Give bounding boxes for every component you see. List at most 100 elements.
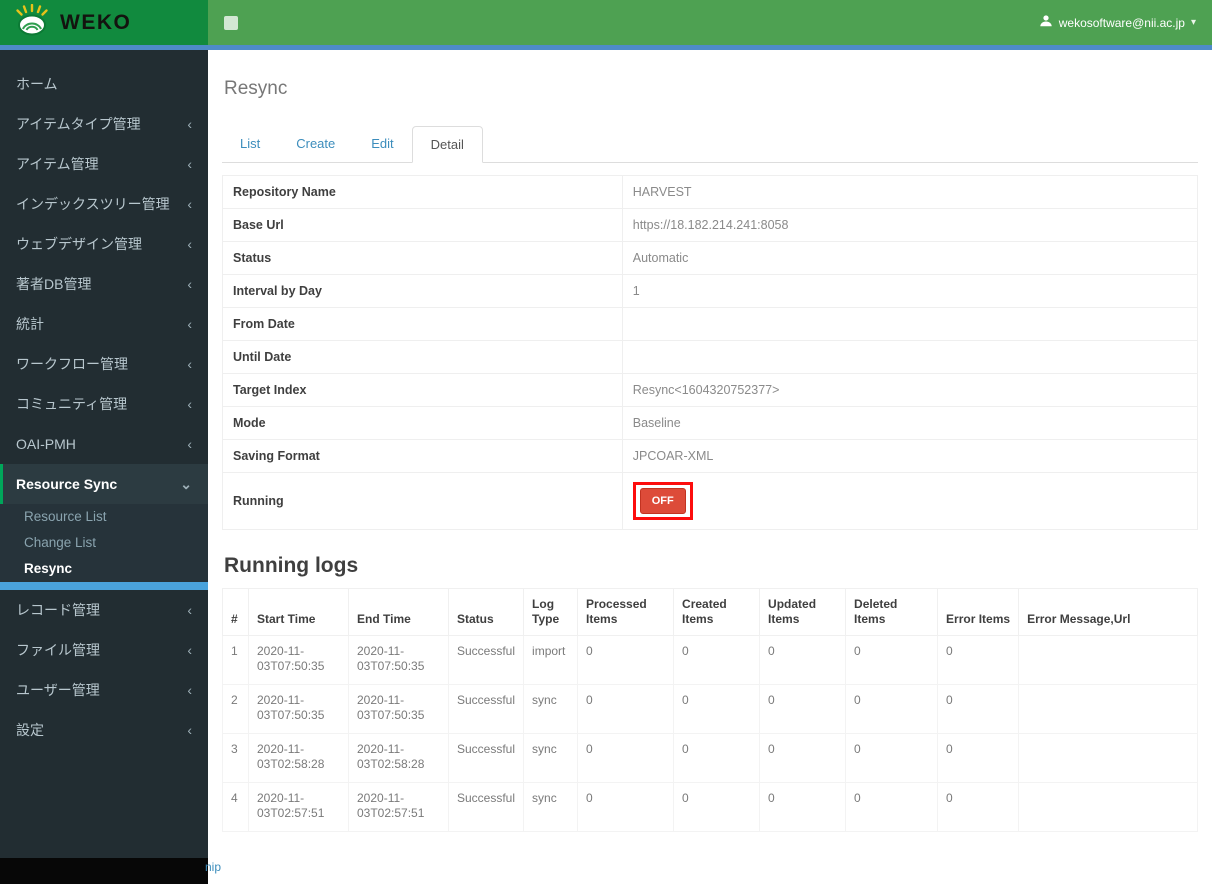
chevron-down-icon: ⌄ bbox=[180, 476, 192, 492]
tab-bar: List Create Edit Detail bbox=[222, 126, 1198, 163]
chevron-left-icon: ‹ bbox=[187, 396, 192, 412]
detail-label: Target Index bbox=[222, 373, 623, 407]
log-cell: 2020-11-03T02:58:28 bbox=[348, 733, 449, 783]
chevron-left-icon: ‹ bbox=[187, 116, 192, 132]
log-cell bbox=[1018, 684, 1198, 734]
chevron-left-icon: ‹ bbox=[187, 276, 192, 292]
sidebar-item-file[interactable]: ファイル管理 ‹ bbox=[0, 630, 208, 670]
detail-value: HARVEST bbox=[621, 175, 1199, 209]
sidebar-item-label: Resource Sync bbox=[16, 476, 118, 492]
detail-label: Interval by Day bbox=[222, 274, 623, 308]
col-header-end-time: End Time bbox=[348, 588, 449, 636]
chevron-left-icon: ‹ bbox=[187, 196, 192, 212]
sidebar-item-resync[interactable]: Resync bbox=[0, 556, 208, 582]
sidebar-item-label: 著者DB管理 bbox=[16, 276, 92, 292]
col-header-status: Status bbox=[447, 588, 525, 636]
chevron-left-icon: ‹ bbox=[187, 602, 192, 618]
detail-row-running: Running OFF bbox=[222, 472, 1199, 530]
partial-footer-link[interactable]: nip bbox=[205, 860, 221, 874]
log-cell: 2020-11-03T02:58:28 bbox=[248, 733, 349, 783]
log-cell bbox=[1018, 782, 1198, 832]
col-header-error-message: Error Message,Url bbox=[1018, 588, 1198, 636]
sidebar-item-label: インデックスツリー管理 bbox=[16, 196, 170, 212]
user-account-menu[interactable]: wekosoftware@nii.ac.jp ▾ bbox=[1039, 14, 1196, 31]
tab-detail[interactable]: Detail bbox=[411, 126, 483, 163]
sidebar-item-label: コミュニティ管理 bbox=[16, 396, 128, 412]
chevron-left-icon: ‹ bbox=[187, 156, 192, 172]
sidebar-item-indextree[interactable]: インデックスツリー管理 ‹ bbox=[0, 184, 208, 224]
log-cell: 0 bbox=[937, 733, 1020, 783]
sidebar-item-statistics[interactable]: 統計 ‹ bbox=[0, 304, 208, 344]
log-cell: 0 bbox=[577, 635, 675, 685]
sidebar: ホーム アイテムタイプ管理 ‹ アイテム管理 ‹ インデックスツリー管理 ‹ ウ… bbox=[0, 50, 208, 884]
sidebar-toggle-button[interactable] bbox=[224, 15, 238, 30]
log-cell bbox=[1018, 733, 1198, 783]
header: wekosoftware@nii.ac.jp ▾ bbox=[208, 0, 1212, 45]
running-off-button[interactable]: OFF bbox=[639, 488, 686, 514]
brand-logo[interactable]: WEKO bbox=[0, 0, 208, 45]
sidebar-item-label: ウェブデザイン管理 bbox=[16, 236, 142, 252]
app-window: WEKO wekosoftware@nii.ac.jp ▾ ホーム アイテムタイ… bbox=[0, 0, 1212, 884]
sidebar-item-item[interactable]: アイテム管理 ‹ bbox=[0, 144, 208, 184]
sidebar-item-settings[interactable]: 設定 ‹ bbox=[0, 710, 208, 750]
log-cell: Successful bbox=[447, 733, 525, 783]
chevron-left-icon: ‹ bbox=[187, 436, 192, 452]
log-cell: 0 bbox=[577, 684, 675, 734]
sidebar-item-user[interactable]: ユーザー管理 ‹ bbox=[0, 670, 208, 710]
tab-list[interactable]: List bbox=[222, 126, 278, 163]
log-cell: 2020-11-03T07:50:35 bbox=[248, 635, 349, 685]
detail-value: Automatic bbox=[621, 241, 1199, 275]
sidebar-item-label: 統計 bbox=[16, 316, 44, 332]
sidebar-item-community[interactable]: コミュニティ管理 ‹ bbox=[0, 384, 208, 424]
log-cell: 0 bbox=[937, 635, 1020, 685]
running-logs-table: # Start Time End Time Status Log Type Pr… bbox=[222, 588, 1198, 832]
log-cell: 0 bbox=[759, 635, 847, 685]
detail-row-interval: Interval by Day 1 bbox=[222, 274, 1199, 308]
sidebar-item-resourcesync[interactable]: Resource Sync ⌄ bbox=[0, 464, 208, 504]
detail-label: From Date bbox=[222, 307, 623, 341]
user-email: wekosoftware@nii.ac.jp bbox=[1058, 15, 1185, 30]
resync-detail-table: Repository Name HARVEST Base Url https:/… bbox=[222, 175, 1199, 530]
sidebar-item-workflow[interactable]: ワークフロー管理 ‹ bbox=[0, 344, 208, 384]
sidebar-item-webdesign[interactable]: ウェブデザイン管理 ‹ bbox=[0, 224, 208, 264]
detail-label: Repository Name bbox=[222, 175, 623, 209]
detail-row-repository-name: Repository Name HARVEST bbox=[222, 175, 1199, 209]
tab-edit[interactable]: Edit bbox=[353, 126, 411, 163]
log-cell bbox=[1018, 635, 1198, 685]
log-cell: 2020-11-03T02:57:51 bbox=[348, 782, 449, 832]
sidebar-item-changelist[interactable]: Change List bbox=[0, 530, 208, 556]
detail-value: https://18.182.214.241:8058 bbox=[621, 208, 1199, 242]
chevron-left-icon: ‹ bbox=[187, 682, 192, 698]
sidebar-item-authordb[interactable]: 著者DB管理 ‹ bbox=[0, 264, 208, 304]
sidebar-item-resourcelist[interactable]: Resource List bbox=[0, 504, 208, 530]
sidebar-item-oaipmh[interactable]: OAI-PMH ‹ bbox=[0, 424, 208, 464]
sidebar-item-record[interactable]: レコード管理 ‹ bbox=[0, 590, 208, 630]
detail-label: Until Date bbox=[222, 340, 623, 374]
col-header-start-time: Start Time bbox=[248, 588, 349, 636]
chevron-left-icon: ‹ bbox=[187, 642, 192, 658]
log-cell: 2020-11-03T07:50:35 bbox=[348, 635, 449, 685]
sidebar-item-label: アイテム管理 bbox=[16, 156, 99, 172]
log-cell: Successful bbox=[447, 782, 525, 832]
running-logs-heading: Running logs bbox=[224, 554, 359, 577]
detail-label: Status bbox=[222, 241, 623, 275]
detail-value: Baseline bbox=[621, 406, 1199, 440]
log-cell: sync bbox=[523, 782, 579, 832]
sidebar-item-label: ユーザー管理 bbox=[16, 682, 100, 698]
main-content: Resync List Create Edit Detail Repositor… bbox=[205, 50, 1212, 884]
sidebar-item-label: 設定 bbox=[16, 722, 44, 738]
tab-create[interactable]: Create bbox=[278, 126, 353, 163]
weko-logo-icon bbox=[13, 3, 51, 41]
detail-row-saving-format: Saving Format JPCOAR-XML bbox=[222, 439, 1199, 473]
chevron-left-icon: ‹ bbox=[187, 356, 192, 372]
log-cell: Successful bbox=[447, 635, 525, 685]
logs-header-row: # Start Time End Time Status Log Type Pr… bbox=[222, 588, 1198, 636]
sidebar-item-home[interactable]: ホーム bbox=[0, 64, 208, 104]
detail-row-base-url: Base Url https://18.182.214.241:8058 bbox=[222, 208, 1199, 242]
detail-row-target-index: Target Index Resync<1604320752377> bbox=[222, 373, 1199, 407]
sidebar-item-label: ファイル管理 bbox=[16, 642, 100, 658]
chevron-left-icon: ‹ bbox=[187, 316, 192, 332]
sidebar-item-itemtype[interactable]: アイテムタイプ管理 ‹ bbox=[0, 104, 208, 144]
log-cell: 0 bbox=[845, 782, 939, 832]
log-cell: sync bbox=[523, 684, 579, 734]
